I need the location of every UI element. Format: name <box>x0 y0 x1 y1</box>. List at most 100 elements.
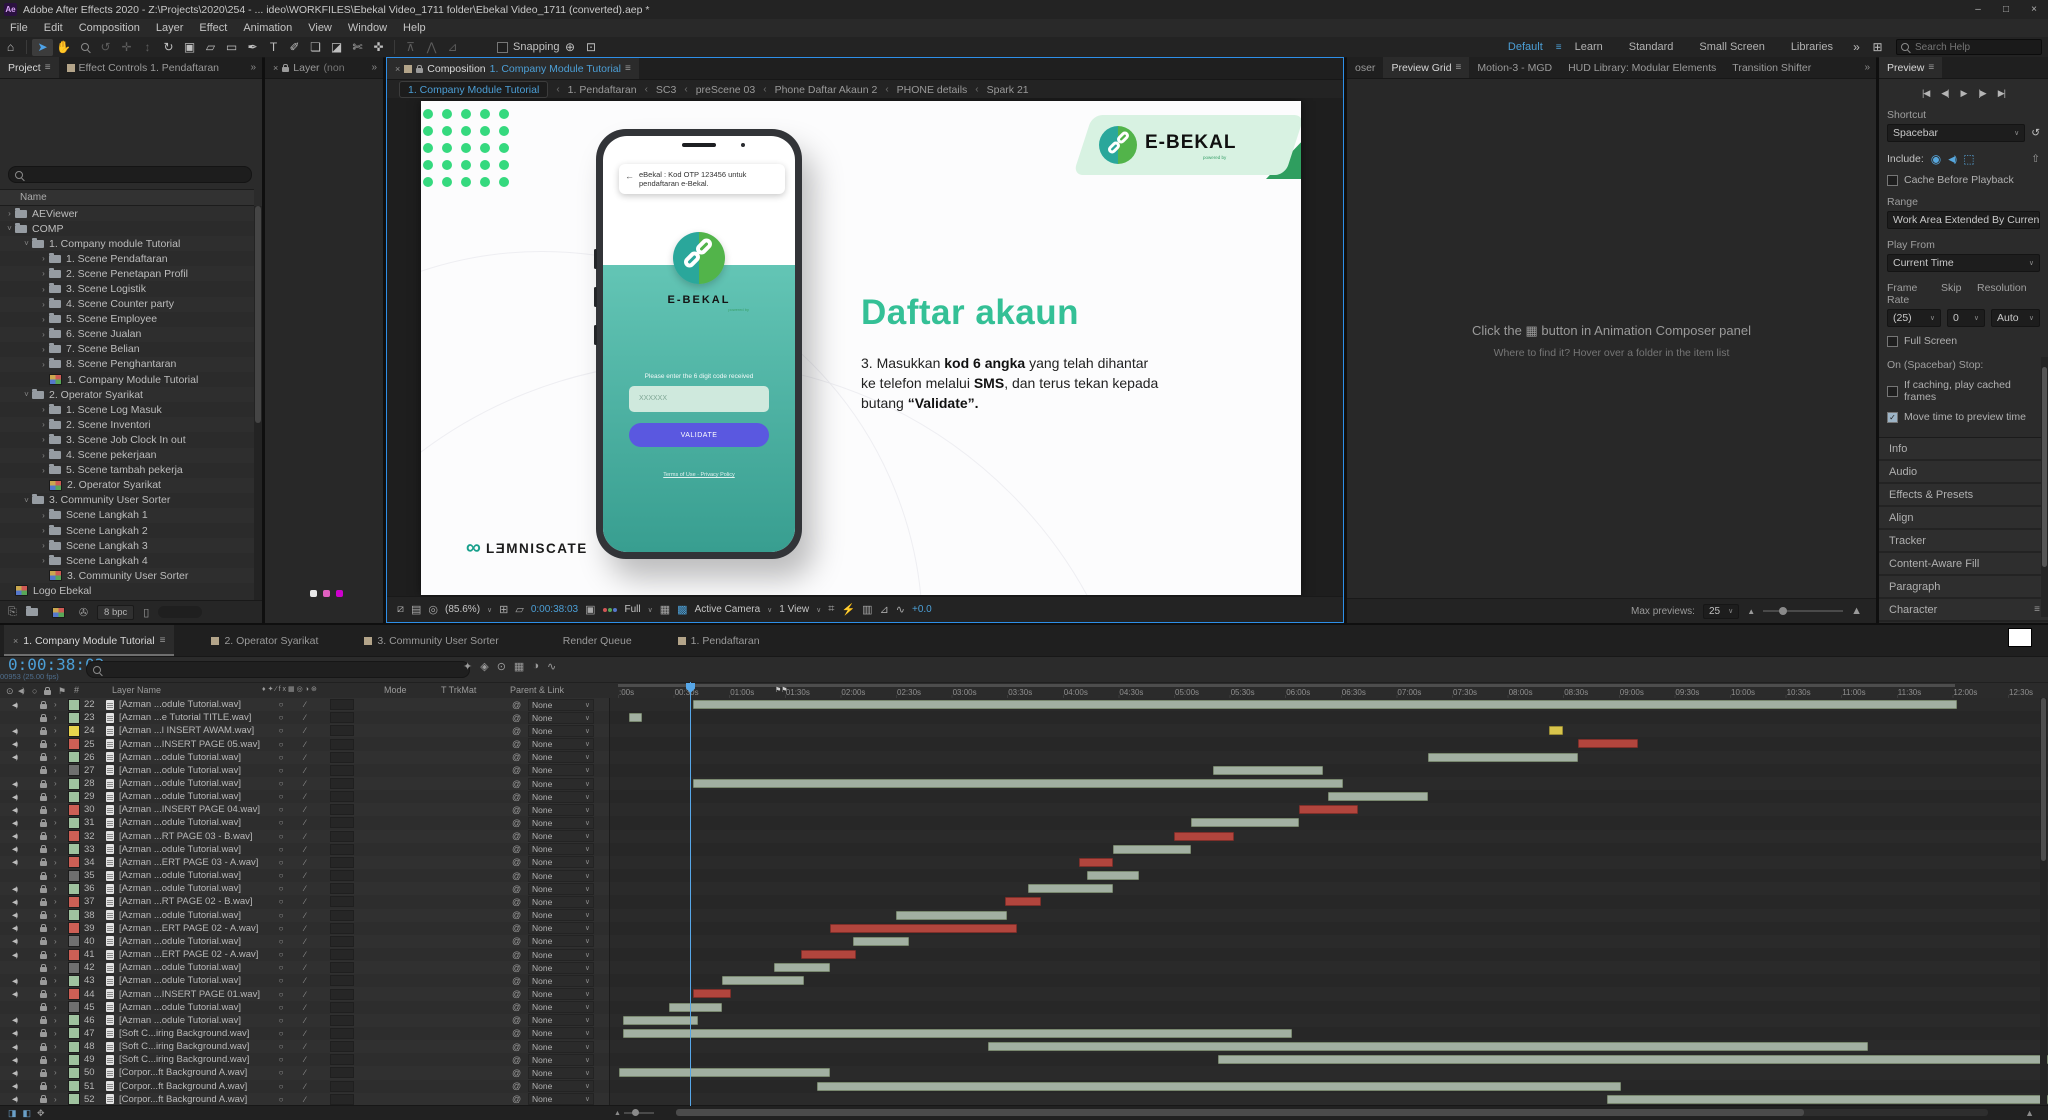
frame-rate-dropdown[interactable]: (25)∨ <box>1887 309 1941 327</box>
parent-pickwhip-icon[interactable]: @ <box>512 976 521 986</box>
timeline-layer-row[interactable]: ◀)›52[Corpor...ft Background A.wav]○∕@No… <box>0 1093 2048 1106</box>
parent-pickwhip-icon[interactable]: @ <box>512 871 521 881</box>
timeline-layer-row[interactable]: ◀)›37[Azman ...RT PAGE 02 - B.wav]○∕@Non… <box>0 895 2048 908</box>
effects-switch-icon[interactable]: ∕ <box>293 1055 317 1064</box>
parent-link-dropdown[interactable]: None∨ <box>528 1014 594 1026</box>
panel-menu-icon[interactable]: ≡ <box>1456 62 1462 73</box>
mode-cell[interactable] <box>330 739 354 750</box>
expand-arrow-icon[interactable]: › <box>54 1016 68 1025</box>
audio-toggle[interactable]: ◀) <box>12 911 28 919</box>
motion-blur-icon[interactable]: ◑ <box>532 660 539 673</box>
parent-link-dropdown[interactable]: None∨ <box>528 1067 594 1079</box>
layer-track[interactable] <box>610 777 2048 790</box>
expand-arrow-icon[interactable]: › <box>54 818 68 827</box>
project-tree-item[interactable]: ›8. Scene Penghantaran <box>0 357 254 372</box>
parent-link-dropdown[interactable]: None∨ <box>528 922 594 934</box>
draft-3d-icon[interactable]: ◈ <box>480 660 488 673</box>
close-tab-icon[interactable]: × <box>395 64 400 74</box>
transport-button[interactable]: |▶ <box>1978 88 1985 99</box>
layer-name[interactable]: [Azman ...odule Tutorial.wav] <box>119 1002 269 1013</box>
effects-switch-icon[interactable]: ∕ <box>293 924 317 933</box>
maximize-button[interactable]: □ <box>1992 0 2020 19</box>
mode-cell[interactable] <box>330 712 354 723</box>
parent-link-dropdown[interactable]: None∨ <box>528 1027 594 1039</box>
timeline-layer-row[interactable]: ◀)›24[Azman ...l INSERT AWAM.wav]○∕@None… <box>0 724 2048 737</box>
snapping-checkbox[interactable] <box>497 42 508 53</box>
transport-button[interactable]: ▶| <box>1998 88 2005 99</box>
playhead-line[interactable] <box>690 682 691 1106</box>
quality-switch-icon[interactable]: ○ <box>269 911 293 920</box>
menu-layer[interactable]: Layer <box>148 22 192 34</box>
parent-link-dropdown[interactable]: None∨ <box>528 988 594 1000</box>
tab-motion-3-mgd[interactable]: Motion-3 - MGD <box>1469 57 1560 78</box>
quality-switch-icon[interactable]: ○ <box>269 990 293 999</box>
transport-button[interactable]: |◀ <box>1922 88 1929 99</box>
new-composition-icon[interactable] <box>52 607 65 618</box>
timeline-layer-row[interactable]: ◀)›34[Azman ...ERT PAGE 03 - A.wav]○∕@No… <box>0 856 2048 869</box>
label-color-chip[interactable] <box>68 1027 80 1039</box>
parent-link-dropdown[interactable]: None∨ <box>528 843 594 855</box>
layer-name[interactable]: [Azman ...RT PAGE 03 - B.wav] <box>119 831 269 842</box>
mask-visibility-icon[interactable]: ▱ <box>515 603 523 616</box>
layer-name[interactable]: [Azman ...odule Tutorial.wav] <box>119 844 269 855</box>
mode-cell[interactable] <box>330 1028 354 1039</box>
parent-link-dropdown[interactable]: None∨ <box>528 764 594 776</box>
layer-duration-bar[interactable] <box>1607 1095 2048 1104</box>
timeline-layer-row[interactable]: ◀)›44[Azman ...INSERT PAGE 01.wav]○∕@Non… <box>0 987 2048 1000</box>
layer-name[interactable]: [Azman ...ERT PAGE 02 - A.wav] <box>119 949 269 960</box>
label-color-chip[interactable] <box>68 817 80 829</box>
layer-track[interactable] <box>610 948 2048 961</box>
twirl-arrow-icon[interactable]: › <box>38 315 49 324</box>
layer-name[interactable]: [Azman ...odule Tutorial.wav] <box>119 791 269 802</box>
tab-overflow-chevron[interactable]: » <box>1858 62 1876 73</box>
timeline-layer-row[interactable]: ◀)›29[Azman ...odule Tutorial.wav]○∕@Non… <box>0 790 2048 803</box>
label-color-chip[interactable] <box>68 764 80 776</box>
timeline-zoom-control[interactable]: ▲ <box>614 1110 654 1117</box>
twirl-arrow-icon[interactable]: › <box>38 360 49 369</box>
expand-arrow-icon[interactable]: › <box>54 805 68 814</box>
zoom-out-mountain-icon[interactable]: ▲ <box>614 1110 621 1117</box>
label-color-chip[interactable] <box>68 1001 80 1013</box>
timeline-layer-row[interactable]: ◀)›40[Azman ...odule Tutorial.wav]○∕@Non… <box>0 935 2048 948</box>
pink-swatch-icon[interactable] <box>323 590 330 597</box>
menu-help[interactable]: Help <box>395 22 434 34</box>
workspace-grid-icon[interactable]: ⊞ <box>1867 39 1888 56</box>
mode-cell[interactable] <box>330 936 354 947</box>
layer-track[interactable] <box>610 987 2048 1000</box>
timeline-layer-row[interactable]: ◀)›33[Azman ...odule Tutorial.wav]○∕@Non… <box>0 843 2048 856</box>
max-previews-dropdown[interactable]: 25∨ <box>1703 604 1739 619</box>
layer-duration-bar[interactable] <box>1299 805 1358 814</box>
lock-toggle[interactable] <box>40 1003 54 1011</box>
audio-toggle[interactable]: ◀) <box>12 1043 28 1051</box>
layer-name[interactable]: [Azman ...l INSERT AWAM.wav] <box>119 725 269 736</box>
layer-name[interactable]: [Azman ...odule Tutorial.wav] <box>119 975 269 986</box>
lock-toggle[interactable] <box>40 753 54 761</box>
parent-pickwhip-icon[interactable]: @ <box>512 1068 521 1078</box>
parent-link-dropdown[interactable]: None∨ <box>528 699 594 711</box>
section-audio[interactable]: Audio <box>1879 461 2048 484</box>
mode-cell[interactable] <box>330 962 354 973</box>
label-color-chip[interactable] <box>68 738 80 750</box>
expand-arrow-icon[interactable]: › <box>54 911 68 920</box>
parent-pickwhip-icon[interactable]: @ <box>512 844 521 854</box>
pen-tool[interactable]: ✒ <box>242 39 263 56</box>
twirl-arrow-icon[interactable]: › <box>38 330 49 339</box>
twirl-arrow-icon[interactable]: › <box>38 285 49 294</box>
effects-switch-icon[interactable]: ∕ <box>293 845 317 854</box>
layer-track[interactable] <box>610 922 2048 935</box>
channel-icon[interactable]: ◎ <box>428 603 438 616</box>
always-preview-icon[interactable]: ⧄ <box>397 603 404 616</box>
panel-menu-icon[interactable]: ≡ <box>625 63 631 74</box>
include-video-icon[interactable]: ◉ <box>1931 152 1941 166</box>
composition-mini-flowchart-icon[interactable]: ✦ <box>463 660 472 673</box>
timeline-layer-row[interactable]: ›42[Azman ...odule Tutorial.wav]○∕@None∨ <box>0 961 2048 974</box>
parent-pickwhip-icon[interactable]: @ <box>512 989 521 999</box>
twirl-arrow-icon[interactable]: ˅ <box>21 496 32 505</box>
breadcrumb-item[interactable]: SC3 <box>656 84 676 96</box>
audio-toggle[interactable]: ◀) <box>12 990 28 998</box>
project-name-column-header[interactable]: Name <box>0 189 254 206</box>
lock-toggle[interactable] <box>40 1056 54 1064</box>
label-color-chip[interactable] <box>68 725 80 737</box>
parent-pickwhip-icon[interactable]: @ <box>512 726 521 736</box>
lock-toggle[interactable] <box>40 858 54 866</box>
